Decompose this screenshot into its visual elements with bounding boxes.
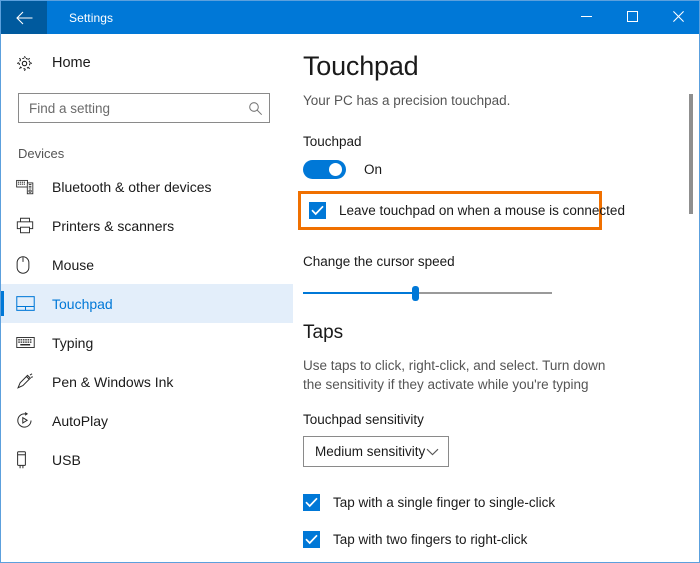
tap-option-label: Tap with a single finger to single-click (333, 495, 556, 510)
usb-icon (16, 450, 38, 469)
title-bar: Settings (1, 1, 699, 34)
app-title: Settings (69, 10, 114, 25)
tap-two-fingers-checkbox[interactable] (303, 531, 320, 548)
leave-touchpad-on-label: Leave touchpad on when a mouse is connec… (339, 203, 625, 218)
window-body: Home Devices (1, 34, 699, 562)
touchpad-sensitivity-dropdown[interactable]: Medium sensitivity (303, 436, 449, 467)
search-box[interactable] (18, 93, 270, 123)
close-icon (672, 9, 684, 27)
touchpad-sensitivity-label: Touchpad sensitivity (303, 412, 424, 427)
close-button[interactable] (655, 1, 699, 34)
sidebar-item-home[interactable]: Home (1, 46, 293, 80)
sidebar-item-label: Pen & Windows Ink (52, 373, 174, 390)
back-arrow-icon (15, 11, 33, 25)
minimize-button[interactable] (563, 1, 609, 34)
tap-option-row: Tap with two fingers to right-click (303, 531, 699, 548)
touchpad-icon (16, 296, 38, 311)
minimize-icon (580, 9, 592, 27)
taps-description: Use taps to click, right-click, and sele… (303, 358, 606, 392)
sidebar-item-label: Bluetooth & other devices (52, 178, 212, 195)
search-input[interactable] (19, 95, 241, 121)
dropdown-selected-value: Medium sensitivity (315, 444, 426, 459)
tap-single-finger-checkbox[interactable] (303, 494, 320, 511)
sidebar-item-label: Mouse (52, 256, 95, 273)
sidebar-item-label: AutoPlay (52, 412, 109, 429)
sidebar-item-label: Printers & scanners (52, 217, 175, 234)
page-subtitle: Your PC has a precision touchpad. (303, 93, 511, 108)
bluetooth-devices-icon (16, 179, 38, 195)
touchpad-toggle-row: On (303, 160, 699, 179)
caption-buttons (563, 1, 699, 34)
sidebar: Home Devices (1, 34, 293, 562)
mouse-icon (16, 255, 38, 274)
page-title: Touchpad (303, 51, 419, 81)
taps-heading: Taps (303, 322, 344, 343)
maximize-icon (626, 9, 638, 27)
sidebar-item-pen[interactable]: Pen & Windows Ink (1, 362, 293, 401)
leave-touchpad-on-highlight: Leave touchpad on when a mouse is connec… (298, 191, 625, 230)
content-scrollbar[interactable] (685, 34, 696, 562)
sidebar-section-label: Devices (18, 146, 65, 161)
sidebar-item-bluetooth[interactable]: Bluetooth & other devices (1, 167, 293, 206)
chevron-down-icon (426, 448, 439, 456)
pen-icon (16, 373, 38, 390)
keyboard-icon (16, 336, 38, 349)
toggle-knob (329, 163, 342, 176)
sidebar-item-label: Typing (52, 334, 94, 351)
tap-option-label: Tap with two fingers to right-click (333, 532, 528, 547)
autoplay-icon (16, 412, 38, 429)
slider-thumb[interactable] (412, 286, 420, 301)
main-content: Touchpad Your PC has a precision touchpa… (293, 34, 699, 562)
cursor-speed-label: Change the cursor speed (303, 254, 455, 269)
touchpad-toggle[interactable] (303, 160, 346, 179)
sidebar-home-label: Home (52, 55, 91, 71)
sidebar-item-touchpad[interactable]: Touchpad (1, 284, 293, 323)
settings-window: Settings Home Find a setting Devices Blu… (0, 0, 700, 563)
slider-fill (303, 292, 416, 294)
touchpad-group-label: Touchpad (303, 134, 362, 149)
search-icon[interactable] (241, 101, 269, 116)
sidebar-item-usb[interactable]: USB (1, 440, 293, 479)
sidebar-item-typing[interactable]: Typing (1, 323, 293, 362)
scrollbar-thumb[interactable] (689, 94, 693, 214)
printer-icon (16, 217, 38, 234)
sidebar-item-mouse[interactable]: Mouse (1, 245, 293, 284)
toggle-state-label: On (364, 162, 383, 177)
sidebar-item-label: Touchpad (52, 295, 113, 312)
back-button[interactable] (1, 1, 47, 34)
leave-touchpad-on-checkbox[interactable] (309, 202, 326, 219)
maximize-button[interactable] (609, 1, 655, 34)
sidebar-item-printers[interactable]: Printers & scanners (1, 206, 293, 245)
gear-icon (16, 55, 38, 72)
tap-option-row: Tap with a single finger to single-click (303, 494, 699, 511)
sidebar-item-label: USB (52, 451, 81, 468)
cursor-speed-slider[interactable] (303, 286, 552, 301)
sidebar-item-autoplay[interactable]: AutoPlay (1, 401, 293, 440)
